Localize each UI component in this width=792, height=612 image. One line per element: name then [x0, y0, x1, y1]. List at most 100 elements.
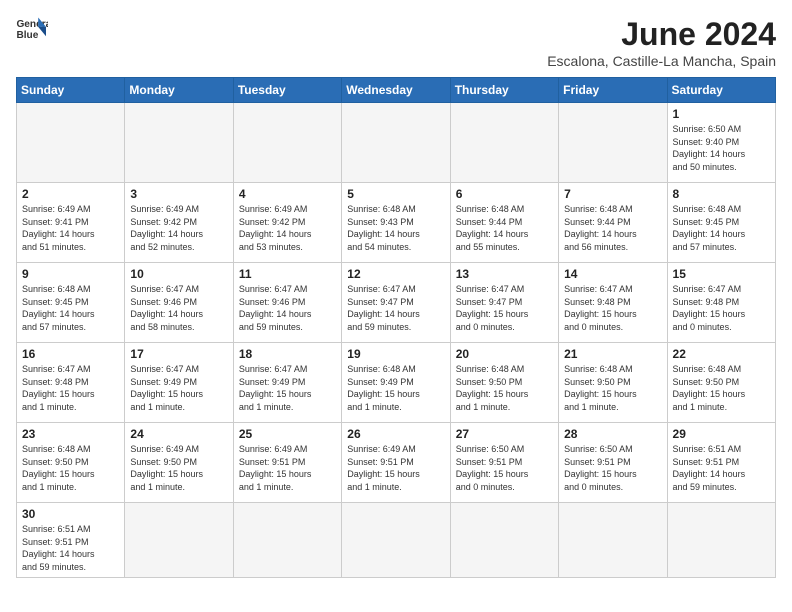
calendar-day-cell: 5 Sunrise: 6:48 AM Sunset: 9:43 PM Daylig… — [342, 183, 450, 263]
day-info: Sunrise: 6:49 AM Sunset: 9:51 PM Dayligh… — [347, 443, 444, 493]
calendar-day-cell: 19 Sunrise: 6:48 AM Sunset: 9:49 PM Dayli… — [342, 343, 450, 423]
day-number: 7 — [564, 187, 661, 201]
day-number: 9 — [22, 267, 119, 281]
calendar-day-cell: 9 Sunrise: 6:48 AM Sunset: 9:45 PM Daylig… — [17, 263, 125, 343]
calendar-week-row: 30 Sunrise: 6:51 AM Sunset: 9:51 PM Dayli… — [17, 503, 776, 578]
calendar-week-row: 9 Sunrise: 6:48 AM Sunset: 9:45 PM Daylig… — [17, 263, 776, 343]
day-info: Sunrise: 6:48 AM Sunset: 9:50 PM Dayligh… — [673, 363, 770, 413]
day-info: Sunrise: 6:51 AM Sunset: 9:51 PM Dayligh… — [673, 443, 770, 493]
day-info: Sunrise: 6:47 AM Sunset: 9:48 PM Dayligh… — [564, 283, 661, 333]
column-header-thursday: Thursday — [450, 78, 558, 103]
day-number: 4 — [239, 187, 336, 201]
day-info: Sunrise: 6:47 AM Sunset: 9:46 PM Dayligh… — [239, 283, 336, 333]
calendar-day-cell: 1 Sunrise: 6:50 AM Sunset: 9:40 PM Daylig… — [667, 103, 775, 183]
calendar-week-row: 16 Sunrise: 6:47 AM Sunset: 9:48 PM Dayli… — [17, 343, 776, 423]
calendar-day-cell: 14 Sunrise: 6:47 AM Sunset: 9:48 PM Dayli… — [559, 263, 667, 343]
column-header-sunday: Sunday — [17, 78, 125, 103]
calendar-day-cell: 7Sunrise: 6:48 AM Sunset: 9:44 PM Daylig… — [559, 183, 667, 263]
day-number: 22 — [673, 347, 770, 361]
day-info: Sunrise: 6:50 AM Sunset: 9:51 PM Dayligh… — [456, 443, 553, 493]
day-info: Sunrise: 6:48 AM Sunset: 9:50 PM Dayligh… — [22, 443, 119, 493]
day-info: Sunrise: 6:47 AM Sunset: 9:48 PM Dayligh… — [22, 363, 119, 413]
day-number: 16 — [22, 347, 119, 361]
day-info: Sunrise: 6:48 AM Sunset: 9:49 PM Dayligh… — [347, 363, 444, 413]
day-number: 6 — [456, 187, 553, 201]
calendar-day-cell: 3Sunrise: 6:49 AM Sunset: 9:42 PM Daylig… — [125, 183, 233, 263]
calendar-day-cell: 27 Sunrise: 6:50 AM Sunset: 9:51 PM Dayli… — [450, 423, 558, 503]
day-number: 2 — [22, 187, 119, 201]
day-number: 27 — [456, 427, 553, 441]
day-number: 19 — [347, 347, 444, 361]
calendar-day-cell — [125, 503, 233, 578]
location-subtitle: Escalona, Castille-La Mancha, Spain — [547, 53, 776, 69]
day-info: Sunrise: 6:47 AM Sunset: 9:49 PM Dayligh… — [239, 363, 336, 413]
day-number: 11 — [239, 267, 336, 281]
day-info: Sunrise: 6:47 AM Sunset: 9:49 PM Dayligh… — [130, 363, 227, 413]
day-info: Sunrise: 6:51 AM Sunset: 9:51 PM Dayligh… — [22, 523, 119, 573]
month-title: June 2024 — [547, 16, 776, 53]
calendar-week-row: 2 Sunrise: 6:49 AM Sunset: 9:41 PM Daylig… — [17, 183, 776, 263]
day-info: Sunrise: 6:48 AM Sunset: 9:50 PM Dayligh… — [456, 363, 553, 413]
day-number: 21 — [564, 347, 661, 361]
calendar-day-cell — [450, 103, 558, 183]
day-number: 13 — [456, 267, 553, 281]
day-info: Sunrise: 6:49 AM Sunset: 9:41 PM Dayligh… — [22, 203, 119, 253]
calendar-day-cell — [17, 103, 125, 183]
calendar-day-cell — [233, 103, 341, 183]
column-header-saturday: Saturday — [667, 78, 775, 103]
calendar-day-cell — [342, 103, 450, 183]
logo: General Blue — [16, 16, 48, 44]
column-header-monday: Monday — [125, 78, 233, 103]
calendar-day-cell: 18 Sunrise: 6:47 AM Sunset: 9:49 PM Dayli… — [233, 343, 341, 423]
day-info: Sunrise: 6:50 AM Sunset: 9:40 PM Dayligh… — [673, 123, 770, 173]
day-number: 1 — [673, 107, 770, 121]
calendar-day-cell: 13Sunrise: 6:47 AM Sunset: 9:47 PM Dayli… — [450, 263, 558, 343]
day-info: Sunrise: 6:48 AM Sunset: 9:44 PM Dayligh… — [456, 203, 553, 253]
calendar-day-cell: 26 Sunrise: 6:49 AM Sunset: 9:51 PM Dayli… — [342, 423, 450, 503]
day-info: Sunrise: 6:49 AM Sunset: 9:50 PM Dayligh… — [130, 443, 227, 493]
day-number: 10 — [130, 267, 227, 281]
calendar-day-cell: 21 Sunrise: 6:48 AM Sunset: 9:50 PM Dayli… — [559, 343, 667, 423]
column-header-friday: Friday — [559, 78, 667, 103]
day-number: 5 — [347, 187, 444, 201]
calendar-day-cell: 25Sunrise: 6:49 AM Sunset: 9:51 PM Dayli… — [233, 423, 341, 503]
calendar-day-cell: 20 Sunrise: 6:48 AM Sunset: 9:50 PM Dayli… — [450, 343, 558, 423]
calendar-day-cell — [342, 503, 450, 578]
calendar-day-cell: 12Sunrise: 6:47 AM Sunset: 9:47 PM Dayli… — [342, 263, 450, 343]
calendar-day-cell: 23Sunrise: 6:48 AM Sunset: 9:50 PM Dayli… — [17, 423, 125, 503]
day-number: 8 — [673, 187, 770, 201]
calendar-day-cell — [450, 503, 558, 578]
title-block: June 2024 Escalona, Castille-La Mancha, … — [547, 16, 776, 69]
day-info: Sunrise: 6:47 AM Sunset: 9:46 PM Dayligh… — [130, 283, 227, 333]
day-number: 14 — [564, 267, 661, 281]
calendar-week-row: 23Sunrise: 6:48 AM Sunset: 9:50 PM Dayli… — [17, 423, 776, 503]
calendar-day-cell: 2 Sunrise: 6:49 AM Sunset: 9:41 PM Daylig… — [17, 183, 125, 263]
day-info: Sunrise: 6:48 AM Sunset: 9:50 PM Dayligh… — [564, 363, 661, 413]
day-number: 25 — [239, 427, 336, 441]
page-header: General Blue June 2024 Escalona, Castill… — [16, 16, 776, 69]
day-info: Sunrise: 6:47 AM Sunset: 9:47 PM Dayligh… — [347, 283, 444, 333]
calendar-day-cell: 30 Sunrise: 6:51 AM Sunset: 9:51 PM Dayli… — [17, 503, 125, 578]
day-number: 24 — [130, 427, 227, 441]
column-header-tuesday: Tuesday — [233, 78, 341, 103]
calendar-day-cell: 6 Sunrise: 6:48 AM Sunset: 9:44 PM Daylig… — [450, 183, 558, 263]
day-number: 26 — [347, 427, 444, 441]
day-info: Sunrise: 6:48 AM Sunset: 9:45 PM Dayligh… — [673, 203, 770, 253]
calendar-day-cell: 4Sunrise: 6:49 AM Sunset: 9:42 PM Daylig… — [233, 183, 341, 263]
day-number: 30 — [22, 507, 119, 521]
svg-text:Blue: Blue — [16, 30, 38, 41]
calendar-day-cell: 17Sunrise: 6:47 AM Sunset: 9:49 PM Dayli… — [125, 343, 233, 423]
calendar-day-cell: 22 Sunrise: 6:48 AM Sunset: 9:50 PM Dayli… — [667, 343, 775, 423]
calendar-day-cell: 29Sunrise: 6:51 AM Sunset: 9:51 PM Dayli… — [667, 423, 775, 503]
calendar-day-cell: 11 Sunrise: 6:47 AM Sunset: 9:46 PM Dayli… — [233, 263, 341, 343]
calendar-day-cell — [559, 103, 667, 183]
day-info: Sunrise: 6:49 AM Sunset: 9:42 PM Dayligh… — [130, 203, 227, 253]
day-info: Sunrise: 6:48 AM Sunset: 9:43 PM Dayligh… — [347, 203, 444, 253]
calendar-day-cell: 28Sunrise: 6:50 AM Sunset: 9:51 PM Dayli… — [559, 423, 667, 503]
day-number: 18 — [239, 347, 336, 361]
calendar-table: SundayMondayTuesdayWednesdayThursdayFrid… — [16, 77, 776, 578]
generalblue-logo-icon: General Blue — [16, 16, 48, 44]
day-number: 20 — [456, 347, 553, 361]
calendar-day-cell — [559, 503, 667, 578]
day-info: Sunrise: 6:48 AM Sunset: 9:45 PM Dayligh… — [22, 283, 119, 333]
